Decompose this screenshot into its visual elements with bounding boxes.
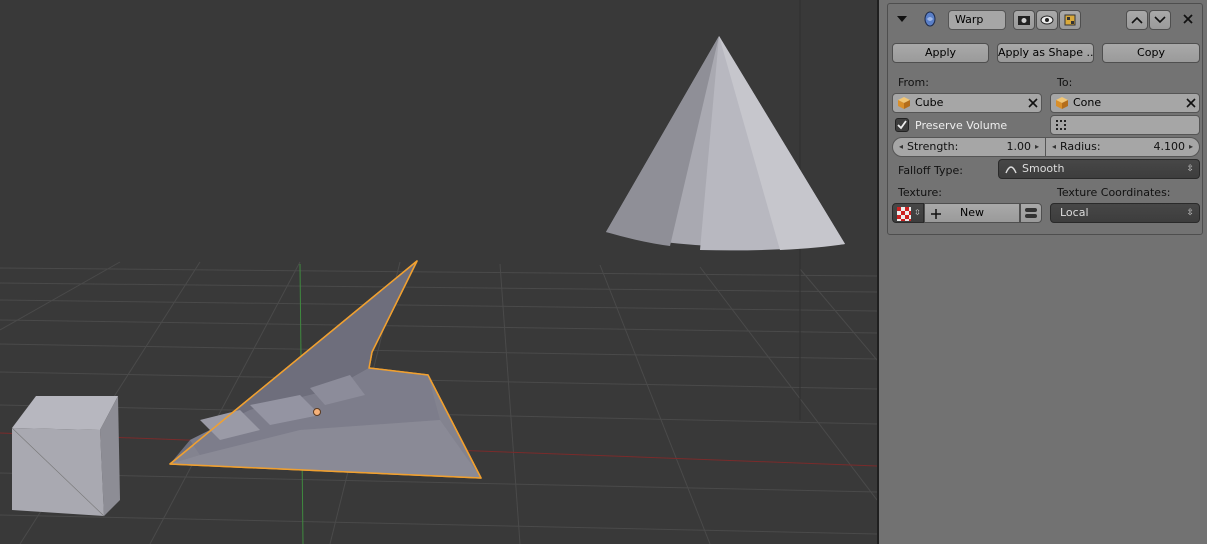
- radius-value: 4.100: [1153, 140, 1186, 153]
- vertex-group-icon: [1056, 120, 1066, 130]
- preserve-volume-checkbox[interactable]: [895, 118, 909, 132]
- warp-modifier-panel: Warp Apply Apply as Shape ... Copy From:…: [887, 3, 1203, 235]
- editmode-toggle[interactable]: [1059, 10, 1081, 30]
- eye-icon: [1040, 15, 1054, 25]
- camera-icon: [1018, 16, 1030, 25]
- viewport-toggle[interactable]: [1036, 10, 1058, 30]
- falloff-type-dropdown[interactable]: Smooth ⇳: [998, 159, 1200, 179]
- falloff-type-value: Smooth: [1022, 162, 1065, 175]
- close-icon[interactable]: [1182, 13, 1194, 25]
- move-down-button[interactable]: [1149, 10, 1171, 30]
- from-object-name: Cube: [915, 96, 944, 109]
- toggle-icon: [1025, 208, 1037, 218]
- apply-button[interactable]: Apply: [892, 43, 989, 63]
- move-up-button[interactable]: [1126, 10, 1148, 30]
- decrement-arrow-icon[interactable]: ◂: [1052, 138, 1056, 156]
- object-cube-icon: [1056, 97, 1068, 109]
- preserve-volume-label: Preserve Volume: [915, 119, 1008, 132]
- modifier-name-input[interactable]: Warp: [948, 10, 1006, 30]
- copy-button[interactable]: Copy: [1102, 43, 1200, 63]
- to-label: To:: [1057, 76, 1073, 89]
- dropdown-arrows-icon: ⇳: [1186, 164, 1194, 174]
- warp-modifier-icon: [924, 11, 936, 27]
- apply-as-shape-button[interactable]: Apply as Shape ...: [997, 43, 1094, 63]
- triangle-down-icon[interactable]: [896, 14, 908, 24]
- texture-label: Texture:: [898, 186, 942, 199]
- new-texture-button[interactable]: New: [924, 203, 1020, 223]
- smooth-curve-icon: [1005, 166, 1017, 174]
- cube-object: [11, 396, 120, 517]
- texture-browse-button[interactable]: ⇳: [892, 203, 924, 223]
- 3d-viewport[interactable]: [0, 0, 877, 544]
- render-toggle[interactable]: [1013, 10, 1035, 30]
- decrement-arrow-icon[interactable]: ◂: [899, 138, 903, 156]
- dropdown-arrows-icon: ⇳: [1186, 208, 1194, 218]
- radius-slider[interactable]: ◂ Radius: 4.100 ▸: [1046, 137, 1200, 157]
- editmode-icon: [1064, 14, 1076, 26]
- falloff-type-label: Falloff Type:: [898, 164, 963, 177]
- viewport-scene: [0, 0, 877, 544]
- checkmark-icon: [897, 120, 907, 130]
- to-object-name: Cone: [1073, 96, 1102, 109]
- arrow-down-icon: [1154, 16, 1166, 24]
- plus-icon: [931, 209, 941, 219]
- increment-arrow-icon[interactable]: ▸: [1035, 138, 1039, 156]
- clear-icon[interactable]: [1185, 97, 1197, 109]
- strength-slider[interactable]: ◂ Strength: 1.00 ▸: [892, 137, 1046, 157]
- dropdown-arrows-icon: ⇳: [914, 208, 921, 217]
- new-texture-label: New: [960, 206, 984, 219]
- to-object-field[interactable]: Cone: [1050, 93, 1200, 113]
- checker-texture-icon: [897, 207, 911, 221]
- from-object-field[interactable]: Cube: [892, 93, 1042, 113]
- strength-label: Strength:: [907, 140, 959, 153]
- from-label: From:: [898, 76, 929, 89]
- modifier-name: Warp: [955, 13, 984, 26]
- texture-coordinates-value: Local: [1060, 206, 1089, 219]
- texture-coordinates-dropdown[interactable]: Local ⇳: [1050, 203, 1200, 223]
- origin-point: [313, 408, 321, 416]
- texture-coordinates-label: Texture Coordinates:: [1057, 186, 1171, 199]
- radius-label: Radius:: [1060, 140, 1101, 153]
- vertex-group-field[interactable]: [1050, 115, 1200, 135]
- texture-properties-button[interactable]: [1020, 203, 1042, 223]
- properties-editor: Warp Apply Apply as Shape ... Copy From:…: [879, 0, 1207, 544]
- increment-arrow-icon[interactable]: ▸: [1189, 138, 1193, 156]
- clear-icon[interactable]: [1027, 97, 1039, 109]
- strength-value: 1.00: [1006, 140, 1032, 153]
- arrow-up-icon: [1131, 16, 1143, 24]
- object-cube-icon: [898, 97, 910, 109]
